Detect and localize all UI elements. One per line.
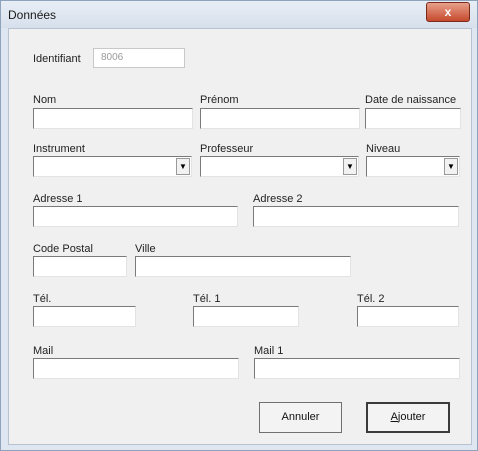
ajouter-button[interactable]: Ajouter [366, 402, 450, 433]
professeur-combo[interactable]: ▼ [200, 156, 359, 177]
adresse2-label: Adresse 2 [253, 193, 303, 205]
code-postal-label: Code Postal [33, 243, 93, 255]
mail-label: Mail [33, 345, 54, 357]
professeur-label: Professeur [200, 143, 254, 155]
form-panel: Identifiant 8006 Nom Prénom Date de nais… [8, 28, 472, 445]
dialog-window: Données x Identifiant 8006 Nom Prénom Da… [0, 0, 478, 451]
chevron-down-icon[interactable]: ▼ [176, 158, 190, 175]
window-title: Données [8, 8, 57, 22]
ville-label: Ville [135, 243, 156, 255]
tel1-field[interactable] [193, 306, 299, 327]
prenom-label: Prénom [200, 94, 239, 106]
date-naissance-field[interactable] [365, 108, 461, 129]
nom-field[interactable] [33, 108, 193, 129]
tel-field[interactable] [33, 306, 136, 327]
chevron-down-icon[interactable]: ▼ [343, 158, 357, 175]
tel-label: Tél. [33, 293, 52, 305]
tel1-label: Tél. 1 [193, 293, 221, 305]
niveau-label: Niveau [366, 143, 401, 155]
tel2-field[interactable] [357, 306, 459, 327]
mail1-field[interactable] [254, 358, 460, 379]
annuler-button[interactable]: Annuler [259, 402, 342, 433]
instrument-combo[interactable]: ▼ [33, 156, 192, 177]
adresse1-label: Adresse 1 [33, 193, 83, 205]
close-icon: x [444, 5, 452, 19]
identifiant-label: Identifiant [33, 53, 81, 65]
chevron-down-icon[interactable]: ▼ [444, 158, 458, 175]
ajouter-accelerator: A [390, 411, 398, 423]
identifiant-value: 8006 [101, 52, 124, 63]
close-button[interactable]: x [426, 2, 470, 22]
ville-field[interactable] [135, 256, 351, 277]
adresse1-field[interactable] [33, 206, 238, 227]
tel2-label: Tél. 2 [357, 293, 385, 305]
prenom-field[interactable] [200, 108, 360, 129]
niveau-combo[interactable]: ▼ [366, 156, 460, 177]
identifiant-field: 8006 [93, 48, 185, 68]
date-naissance-label: Date de naissance [365, 94, 457, 106]
nom-label: Nom [33, 94, 57, 106]
instrument-label: Instrument [33, 143, 85, 155]
ajouter-label-rest: jouter [397, 411, 426, 423]
adresse2-field[interactable] [253, 206, 459, 227]
title-bar[interactable]: Données x [1, 1, 477, 28]
mail1-label: Mail 1 [254, 345, 284, 357]
mail-field[interactable] [33, 358, 239, 379]
code-postal-field[interactable] [33, 256, 127, 277]
